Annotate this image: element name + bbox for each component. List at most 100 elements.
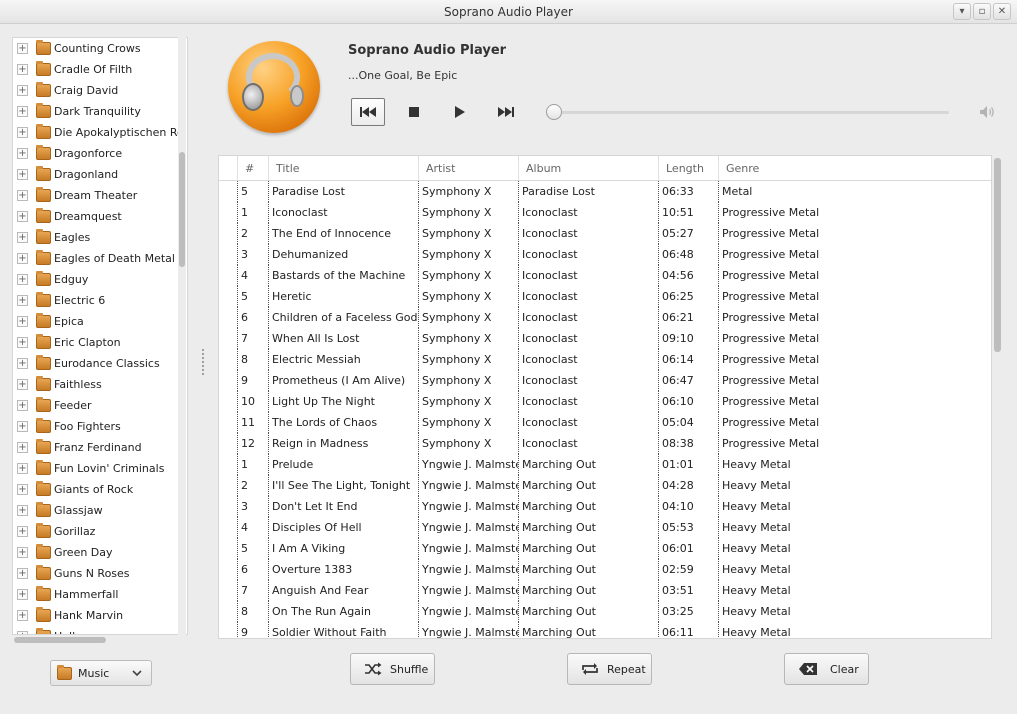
artist-tree-item[interactable]: + Glassjaw bbox=[13, 500, 187, 521]
playlist-row[interactable]: 5 Heretic Symphony X Iconoclast 06:25 Progres… bbox=[219, 286, 991, 307]
expand-icon[interactable]: + bbox=[17, 589, 28, 600]
expand-icon[interactable]: + bbox=[17, 148, 28, 159]
artist-tree-item[interactable]: + Feeder bbox=[13, 395, 187, 416]
artist-tree-item[interactable]: + Franz Ferdinand bbox=[13, 437, 187, 458]
playlist-vscrollbar[interactable] bbox=[992, 155, 1004, 639]
artist-tree-item[interactable]: + Dark Tranquility bbox=[13, 101, 187, 122]
playlist-row[interactable]: 11 The Lords of Chaos Symphony X Iconoclast… bbox=[219, 412, 991, 433]
play-button[interactable] bbox=[443, 98, 477, 126]
playlist-row[interactable]: 10 Light Up The Night Symphony X Iconoclast… bbox=[219, 391, 991, 412]
expand-icon[interactable]: + bbox=[17, 400, 28, 411]
pane-splitter-handle[interactable] bbox=[201, 348, 205, 376]
shuffle-button[interactable]: Shuffle bbox=[350, 653, 435, 685]
expand-icon[interactable]: + bbox=[17, 610, 28, 621]
artist-tree-item[interactable]: + Die Apokalyptischen Reiter bbox=[13, 122, 187, 143]
playlist-table[interactable]: # Title Artist Album Length Genre 5 Paradise L… bbox=[218, 155, 992, 639]
playlist-row[interactable]: 8On The Run AgainYngwie J. MalmsteenMarc… bbox=[219, 601, 991, 622]
expand-icon[interactable]: + bbox=[17, 169, 28, 180]
artist-tree-item[interactable]: + Counting Crows bbox=[13, 38, 187, 59]
playlist-row[interactable]: 2 I'll See The Light, Tonight Yngwie J. Ma… bbox=[219, 475, 991, 496]
volume-icon[interactable] bbox=[978, 103, 996, 121]
artist-tree-item[interactable]: + Eurodance Classics bbox=[13, 353, 187, 374]
artist-tree-item[interactable]: + Cradle Of Filth bbox=[13, 59, 187, 80]
playlist-row[interactable]: 6 Children of a Faceless God Symphony X Ico… bbox=[219, 307, 991, 328]
column-header-length[interactable]: Length bbox=[658, 156, 718, 181]
artist-tree-item[interactable]: +Halloween bbox=[13, 626, 187, 634]
artist-tree-item[interactable]: + Craig David bbox=[13, 80, 187, 101]
artist-tree-item[interactable]: + Dragonland bbox=[13, 164, 187, 185]
expand-icon[interactable]: + bbox=[17, 274, 28, 285]
artist-tree-hscroll-thumb[interactable] bbox=[14, 637, 106, 643]
next-track-button[interactable] bbox=[489, 98, 523, 126]
artist-tree-item[interactable]: + Eric Clapton bbox=[13, 332, 187, 353]
artist-tree-item[interactable]: + Edguy bbox=[13, 269, 187, 290]
maximize-button[interactable]: ▫ bbox=[973, 3, 991, 20]
playlist-row[interactable]: 5I Am A VikingYngwie J. MalmsteenMarchin… bbox=[219, 538, 991, 559]
playlist-row[interactable]: 2 The End of Innocence Symphony X Iconoclas… bbox=[219, 223, 991, 244]
playlist-row[interactable]: 9 Prometheus (I Am Alive) Symphony X Iconoc… bbox=[219, 370, 991, 391]
artist-tree[interactable]: + Counting Crows + Cradle Of Filth + Craig Da… bbox=[12, 37, 188, 635]
expand-icon[interactable]: + bbox=[17, 316, 28, 327]
playlist-row[interactable]: 3 Dehumanized Symphony X Iconoclast 06:48 Pro… bbox=[219, 244, 991, 265]
library-source-select[interactable]: Music bbox=[50, 660, 152, 686]
artist-tree-item[interactable]: + Eagles of Death Metal bbox=[13, 248, 187, 269]
expand-icon[interactable]: + bbox=[17, 547, 28, 558]
playlist-row[interactable]: 1PreludeYngwie J. MalmsteenMarching Out0… bbox=[219, 454, 991, 475]
expand-icon[interactable]: + bbox=[17, 232, 28, 243]
playlist-row[interactable]: 4Disciples Of HellYngwie J. MalmsteenMar… bbox=[219, 517, 991, 538]
expand-icon[interactable]: + bbox=[17, 484, 28, 495]
artist-tree-item[interactable]: + Green Day bbox=[13, 542, 187, 563]
playlist-row[interactable]: 12 Reign in Madness Symphony X Iconoclast 08… bbox=[219, 433, 991, 454]
artist-tree-item[interactable]: + Fun Lovin' Criminals bbox=[13, 458, 187, 479]
stop-button[interactable] bbox=[397, 98, 431, 126]
previous-track-button[interactable] bbox=[351, 98, 385, 126]
artist-tree-item[interactable]: + Giants of Rock bbox=[13, 479, 187, 500]
expand-icon[interactable]: + bbox=[17, 127, 28, 138]
expand-icon[interactable]: + bbox=[17, 190, 28, 201]
playlist-vscroll-thumb[interactable] bbox=[994, 158, 1001, 352]
artist-tree-vscrollbar[interactable] bbox=[178, 37, 186, 635]
expand-icon[interactable]: + bbox=[17, 358, 28, 369]
playlist-row[interactable]: 5 Paradise Lost Symphony X Paradise Lost 06:… bbox=[219, 181, 991, 202]
playlist-row[interactable]: 9Soldier Without FaithYngwie J. Malmstee… bbox=[219, 622, 991, 638]
artist-tree-item[interactable]: + Faithless bbox=[13, 374, 187, 395]
column-header-track-number[interactable]: # bbox=[237, 156, 268, 181]
column-header-genre[interactable]: Genre bbox=[718, 156, 991, 181]
expand-icon[interactable]: + bbox=[17, 253, 28, 264]
expand-icon[interactable]: + bbox=[17, 379, 28, 390]
expand-icon[interactable]: + bbox=[17, 295, 28, 306]
playlist-row[interactable]: 8 Electric Messiah Symphony X Iconoclast 06:… bbox=[219, 349, 991, 370]
artist-tree-item[interactable]: + Dreamquest bbox=[13, 206, 187, 227]
expand-icon[interactable]: + bbox=[17, 64, 28, 75]
minimize-button[interactable]: ▾ bbox=[953, 3, 971, 20]
artist-tree-item[interactable]: + Gorillaz bbox=[13, 521, 187, 542]
expand-icon[interactable]: + bbox=[17, 211, 28, 222]
expand-icon[interactable]: + bbox=[17, 442, 28, 453]
playlist-row[interactable]: 7 When All Is Lost Symphony X Iconoclast 09:… bbox=[219, 328, 991, 349]
artist-tree-item[interactable]: + Electric 6 bbox=[13, 290, 187, 311]
artist-tree-item[interactable]: + Dragonforce bbox=[13, 143, 187, 164]
artist-tree-item[interactable]: + Dream Theater bbox=[13, 185, 187, 206]
artist-tree-item[interactable]: + Hank Marvin bbox=[13, 605, 187, 626]
artist-tree-item[interactable]: + Hammerfall bbox=[13, 584, 187, 605]
playlist-row[interactable]: 1 Iconoclast Symphony X Iconoclast 10:51 Prog… bbox=[219, 202, 991, 223]
expand-icon[interactable]: + bbox=[17, 526, 28, 537]
artist-tree-item[interactable]: + Eagles bbox=[13, 227, 187, 248]
expand-icon[interactable]: + bbox=[17, 505, 28, 516]
playlist-row[interactable]: 4 Bastards of the Machine Symphony X Iconoc… bbox=[219, 265, 991, 286]
clear-playlist-button[interactable]: Clear bbox=[784, 653, 869, 685]
repeat-button[interactable]: Repeat bbox=[567, 653, 652, 685]
expand-icon[interactable]: + bbox=[17, 568, 28, 579]
column-header-artist[interactable]: Artist bbox=[418, 156, 518, 181]
artist-tree-hscrollbar[interactable] bbox=[12, 635, 188, 645]
expand-icon[interactable]: + bbox=[17, 85, 28, 96]
seek-slider-track[interactable] bbox=[553, 111, 949, 114]
expand-icon[interactable]: + bbox=[17, 106, 28, 117]
expand-icon[interactable]: + bbox=[17, 421, 28, 432]
expand-icon[interactable]: + bbox=[17, 43, 28, 54]
artist-tree-vscroll-thumb[interactable] bbox=[179, 152, 185, 267]
playlist-row[interactable]: 7Anguish And FearYngwie J. MalmsteenMarc… bbox=[219, 580, 991, 601]
artist-tree-item[interactable]: + Guns N Roses bbox=[13, 563, 187, 584]
playlist-row[interactable]: 3Don't Let It EndYngwie J. MalmsteenMarc… bbox=[219, 496, 991, 517]
playlist-row[interactable]: 6Overture 1383Yngwie J. MalmsteenMarchin… bbox=[219, 559, 991, 580]
